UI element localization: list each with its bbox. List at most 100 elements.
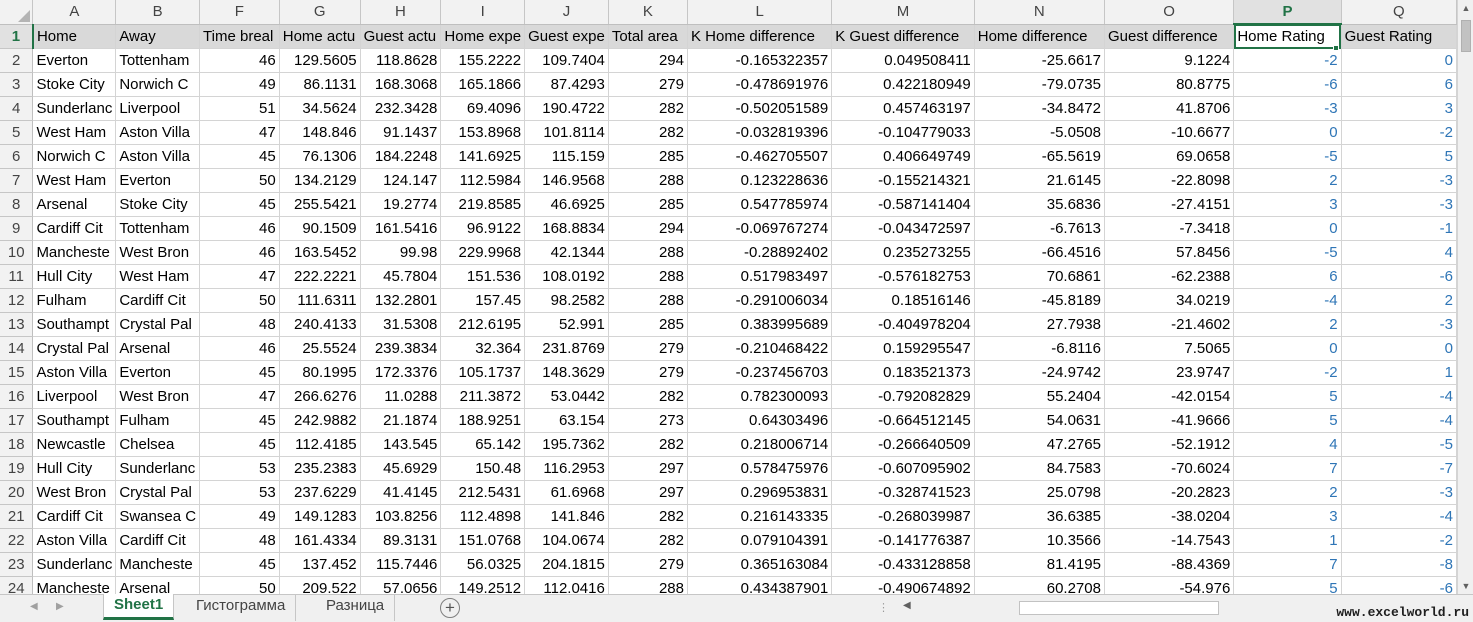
cell[interactable]: 240.4133 (279, 312, 361, 337)
row-header[interactable]: 21 (0, 504, 34, 529)
cell[interactable]: 31.5308 (360, 312, 442, 337)
cell[interactable]: -0.462705507 (687, 144, 833, 169)
cell[interactable]: 209.522 (279, 576, 361, 594)
cell[interactable]: Cardiff Cit (32, 216, 117, 241)
cell[interactable]: 112.4898 (440, 504, 526, 529)
cell[interactable]: Sunderlanc (32, 96, 117, 121)
header-cell[interactable]: Home expe (440, 24, 526, 49)
cell[interactable]: 27.7938 (974, 312, 1105, 337)
cell[interactable]: -41.9666 (1104, 408, 1235, 433)
cell[interactable]: -0.069767274 (687, 216, 833, 241)
cell[interactable]: -38.0204 (1104, 504, 1235, 529)
cell[interactable]: 4 (1233, 432, 1342, 457)
column-header-m[interactable]: M (831, 0, 975, 25)
cell[interactable]: 115.159 (524, 144, 609, 169)
row-header[interactable]: 22 (0, 528, 34, 553)
row-header[interactable]: 16 (0, 384, 34, 409)
cell[interactable]: -0.404978204 (831, 312, 975, 337)
cell[interactable]: 282 (608, 504, 689, 529)
cell[interactable]: -0.155214321 (831, 168, 975, 193)
cell[interactable]: 96.9122 (440, 216, 526, 241)
cell[interactable]: 172.3376 (360, 360, 442, 385)
cell-table[interactable]: ABFGHIJKLMNOPQ 1 Home Away Time breal Home a… (0, 0, 1457, 594)
cell[interactable]: Liverpool (115, 96, 201, 121)
row-header[interactable]: 2 (0, 48, 34, 73)
cell[interactable]: 118.8628 (360, 48, 442, 73)
cell[interactable]: -0.490674892 (831, 576, 975, 594)
cell[interactable]: 229.9968 (440, 240, 526, 265)
cell[interactable]: 10.3566 (974, 528, 1105, 553)
cell[interactable]: Aston Villa (32, 528, 117, 553)
cell[interactable]: Liverpool (32, 384, 117, 409)
row-header[interactable]: 18 (0, 432, 34, 457)
cell[interactable]: 288 (608, 576, 689, 594)
row-header[interactable]: 15 (0, 360, 34, 385)
cell[interactable]: 3 (1233, 192, 1342, 217)
scroll-down-arrow-icon[interactable]: ▼ (1458, 578, 1473, 594)
cell[interactable]: 42.1344 (524, 240, 609, 265)
cell[interactable]: 47 (199, 384, 280, 409)
cell[interactable]: 45 (199, 432, 280, 457)
cell[interactable]: 5 (1233, 408, 1342, 433)
vertical-scrollbar[interactable]: ▲ ▼ (1457, 0, 1473, 594)
cell[interactable]: -21.4602 (1104, 312, 1235, 337)
cell[interactable]: 51 (199, 96, 280, 121)
row-header[interactable]: 6 (0, 144, 34, 169)
cell[interactable]: -4 (1341, 384, 1457, 409)
cell[interactable]: Stoke City (115, 192, 201, 217)
cell[interactable]: 255.5421 (279, 192, 361, 217)
cell[interactable]: 124.147 (360, 168, 442, 193)
cell[interactable]: 0.049508411 (831, 48, 975, 73)
cell[interactable]: 25.0798 (974, 480, 1105, 505)
cell[interactable]: -22.8098 (1104, 168, 1235, 193)
cell[interactable]: Fulham (32, 288, 117, 313)
cell[interactable]: 0.434387901 (687, 576, 833, 594)
cell[interactable]: 0.296953831 (687, 480, 833, 505)
cell[interactable]: -2 (1341, 120, 1457, 145)
cell[interactable]: Mancheste (32, 576, 117, 594)
cell[interactable]: 149.2512 (440, 576, 526, 594)
cell[interactable]: -0.268039987 (831, 504, 975, 529)
cell[interactable]: 1 (1341, 360, 1457, 385)
cell[interactable]: Everton (32, 48, 117, 73)
cell[interactable]: 184.2248 (360, 144, 442, 169)
cell[interactable]: 279 (608, 336, 689, 361)
cell[interactable]: 204.1815 (524, 552, 609, 577)
cell[interactable]: 48 (199, 312, 280, 337)
cell[interactable]: 63.154 (524, 408, 609, 433)
row-header[interactable]: 3 (0, 72, 34, 97)
cell[interactable]: 0.365163084 (687, 552, 833, 577)
cell[interactable]: -6 (1341, 264, 1457, 289)
cell[interactable]: Swansea C (115, 504, 201, 529)
cell[interactable]: 0.183521373 (831, 360, 975, 385)
row-header[interactable]: 14 (0, 336, 34, 361)
cell[interactable]: 35.6836 (974, 192, 1105, 217)
cell[interactable]: -0.607095902 (831, 456, 975, 481)
cell[interactable]: 163.5452 (279, 240, 361, 265)
cell[interactable]: 84.7583 (974, 456, 1105, 481)
header-cell[interactable]: Guest difference (1104, 24, 1235, 49)
cell[interactable]: -0.237456703 (687, 360, 833, 385)
cell[interactable]: 190.4722 (524, 96, 609, 121)
header-cell[interactable]: Total area (608, 24, 689, 49)
cell[interactable]: 3 (1233, 504, 1342, 529)
cell[interactable]: 49 (199, 504, 280, 529)
cell[interactable]: 61.6968 (524, 480, 609, 505)
cell[interactable]: 219.8585 (440, 192, 526, 217)
cell[interactable]: -3 (1341, 168, 1457, 193)
cell[interactable]: 115.7446 (360, 552, 442, 577)
tab-difference[interactable]: Разница (316, 595, 396, 621)
cell[interactable]: 45.7804 (360, 264, 442, 289)
cell[interactable]: 149.1283 (279, 504, 361, 529)
cell[interactable]: 0.517983497 (687, 264, 833, 289)
cell[interactable]: 0.578475976 (687, 456, 833, 481)
cell[interactable]: -10.6677 (1104, 120, 1235, 145)
cell[interactable]: -65.5619 (974, 144, 1105, 169)
row-header[interactable]: 10 (0, 240, 34, 265)
cell[interactable]: -2 (1233, 48, 1342, 73)
cell[interactable]: 235.2383 (279, 456, 361, 481)
column-header-i[interactable]: I (440, 0, 526, 25)
cell[interactable]: -0.266640509 (831, 432, 975, 457)
cell[interactable]: West Bron (115, 384, 201, 409)
cell[interactable]: 161.5416 (360, 216, 442, 241)
